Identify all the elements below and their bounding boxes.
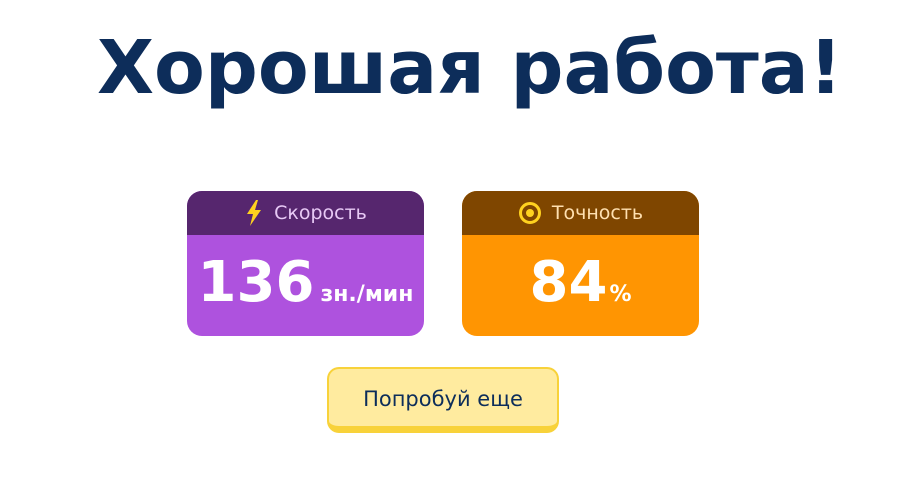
- lightning-icon: [244, 199, 264, 227]
- speed-unit: зн./мин: [320, 281, 414, 307]
- speed-label: Скорость: [274, 202, 367, 224]
- page-title: Хорошая работа!: [97, 25, 843, 111]
- speed-value: 136: [197, 249, 315, 315]
- accuracy-card: Точность 84 %: [462, 191, 699, 336]
- speed-card: Скорость 136 зн./мин: [187, 191, 424, 336]
- accuracy-card-body: 84 %: [462, 235, 699, 336]
- accuracy-card-header: Точность: [462, 191, 699, 235]
- accuracy-label: Точность: [551, 202, 644, 224]
- accuracy-value: 84: [529, 249, 608, 315]
- try-again-button[interactable]: Попробуй еще: [327, 367, 559, 433]
- speed-card-header: Скорость: [187, 191, 424, 235]
- try-again-label: Попробуй еще: [363, 387, 523, 411]
- accuracy-unit: %: [609, 281, 632, 307]
- speed-card-body: 136 зн./мин: [187, 235, 424, 336]
- target-icon: [518, 201, 542, 225]
